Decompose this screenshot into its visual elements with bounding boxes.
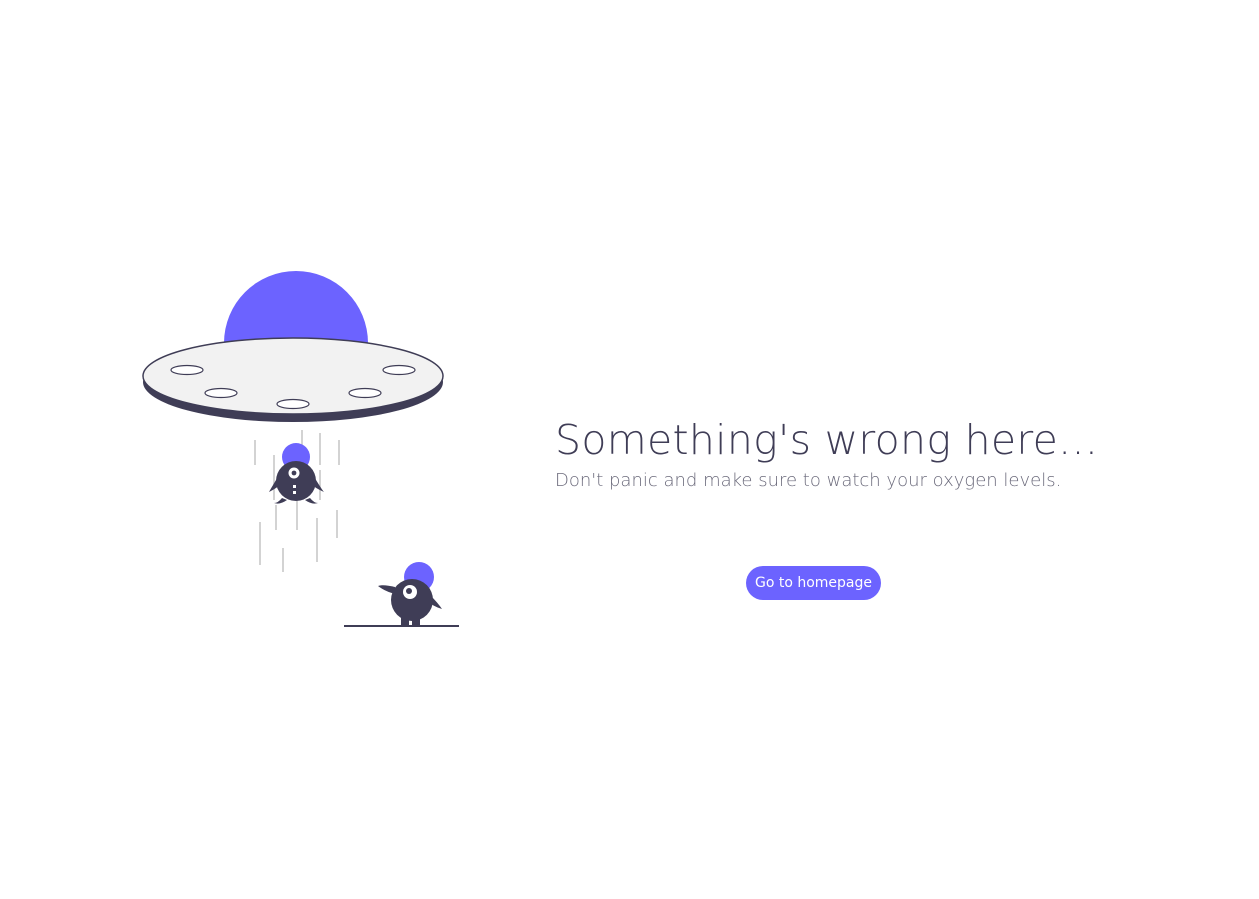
error-message: Don't panic and make sure to watch your …: [555, 470, 1062, 491]
ufo-dome-icon: [224, 271, 368, 343]
ufo-window: [382, 364, 416, 376]
ufo-window: [348, 387, 382, 399]
standing-alien-icon: [378, 562, 442, 626]
floating-alien-icon: [269, 443, 324, 504]
error-title: Something's wrong here...: [555, 416, 1099, 464]
ufo-abduction-illustration: [142, 271, 459, 627]
error-page: Something's wrong here... Don't panic an…: [0, 0, 1259, 899]
go-to-homepage-button[interactable]: Go to homepage: [746, 566, 881, 600]
ufo-window: [276, 398, 310, 410]
ufo-window: [204, 387, 238, 399]
ufo-window: [170, 364, 204, 376]
error-content: Something's wrong here... Don't panic an…: [555, 414, 1115, 494]
